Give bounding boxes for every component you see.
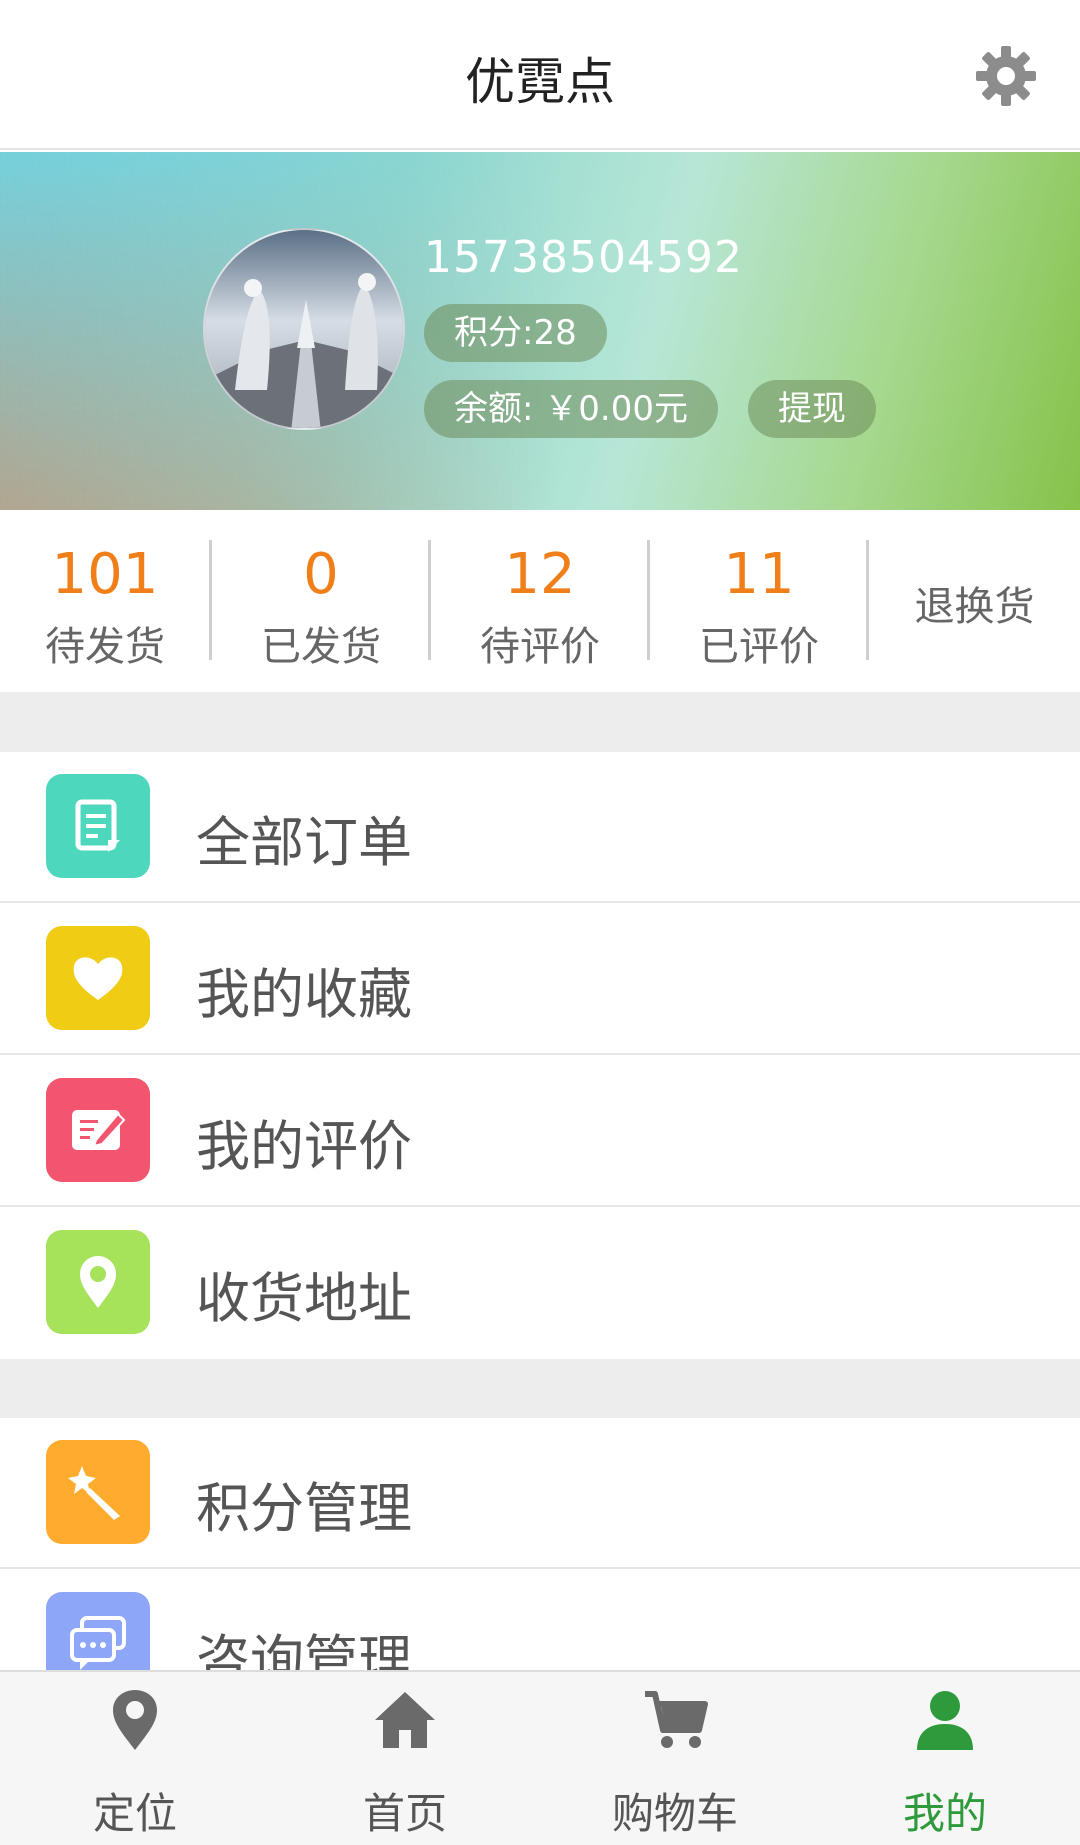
menu-points-management[interactable]: 积分管理 <box>0 1418 1080 1569</box>
tab-label: 我的 <box>902 1789 987 1838</box>
home-icon <box>375 1692 435 1748</box>
order-status-row: 101 待发货 0 已发货 12 待评价 11 已评价 退换货 <box>0 512 1080 692</box>
gear-icon[interactable] <box>974 44 1038 108</box>
top-bar: 优霓点 <box>0 0 1080 150</box>
menu-label: 我的评价 <box>196 1115 412 1178</box>
section-gap <box>0 692 1080 752</box>
menu-label: 我的收藏 <box>196 963 412 1026</box>
user-phone: 15738504592 <box>424 232 743 283</box>
menu-favorites[interactable]: 我的收藏 <box>0 904 1080 1055</box>
magic-wand-icon <box>46 1440 150 1544</box>
stat-label: 退换货 <box>914 584 1035 630</box>
cart-icon <box>645 1691 708 1748</box>
section-gap <box>0 1359 1080 1418</box>
document-icon <box>46 774 150 878</box>
tab-label: 购物车 <box>611 1789 738 1838</box>
menu-my-reviews[interactable]: 我的评价 <box>0 1056 1080 1207</box>
menu-label: 全部订单 <box>196 811 412 874</box>
menu-all-orders[interactable]: 全部订单 <box>0 752 1080 903</box>
tab-label: 首页 <box>362 1789 447 1838</box>
stat-count: 11 <box>723 542 795 607</box>
stat-pending-shipment[interactable]: 101 待发货 <box>0 512 210 692</box>
tab-location[interactable]: 定位 <box>0 1672 270 1845</box>
menu-label: 收货地址 <box>196 1267 412 1330</box>
stat-label: 待评价 <box>480 624 600 670</box>
location-pin-icon <box>46 1230 150 1334</box>
points-badge[interactable]: 积分:28 <box>424 304 607 362</box>
stat-count: 0 <box>303 542 339 607</box>
bottom-tab-bar: 定位 首页 购物车 我的 <box>0 1670 1080 1845</box>
stat-count: 101 <box>51 542 159 607</box>
tab-cart[interactable]: 购物车 <box>540 1672 810 1845</box>
stat-count: 12 <box>504 542 576 607</box>
withdraw-button[interactable]: 提现 <box>748 380 876 438</box>
profile-banner: 15738504592 积分:28 余额: ￥0.00元 提现 <box>0 152 1080 510</box>
tab-home[interactable]: 首页 <box>270 1672 540 1845</box>
page-title: 优霓点 <box>465 53 615 111</box>
menu-shipping-address[interactable]: 收货地址 <box>0 1208 1080 1359</box>
tab-label: 定位 <box>92 1789 177 1838</box>
stat-label: 已评价 <box>699 624 819 670</box>
heart-icon <box>46 926 150 1030</box>
location-pin-icon <box>113 1690 157 1750</box>
stat-reviewed[interactable]: 11 已评价 <box>650 512 868 692</box>
stat-label: 待发货 <box>45 624 165 670</box>
tab-mine[interactable]: 我的 <box>810 1672 1080 1845</box>
stat-pending-review[interactable]: 12 待评价 <box>431 512 649 692</box>
avatar-image <box>205 230 403 428</box>
stat-label: 已发货 <box>261 624 381 670</box>
edit-icon <box>46 1078 150 1182</box>
balance-badge: 余额: ￥0.00元 <box>424 380 718 438</box>
stat-returns[interactable]: 退换货 <box>869 512 1080 692</box>
avatar[interactable] <box>203 228 405 430</box>
user-icon <box>917 1691 973 1750</box>
menu-label: 积分管理 <box>196 1477 412 1540</box>
stat-shipped[interactable]: 0 已发货 <box>212 512 430 692</box>
